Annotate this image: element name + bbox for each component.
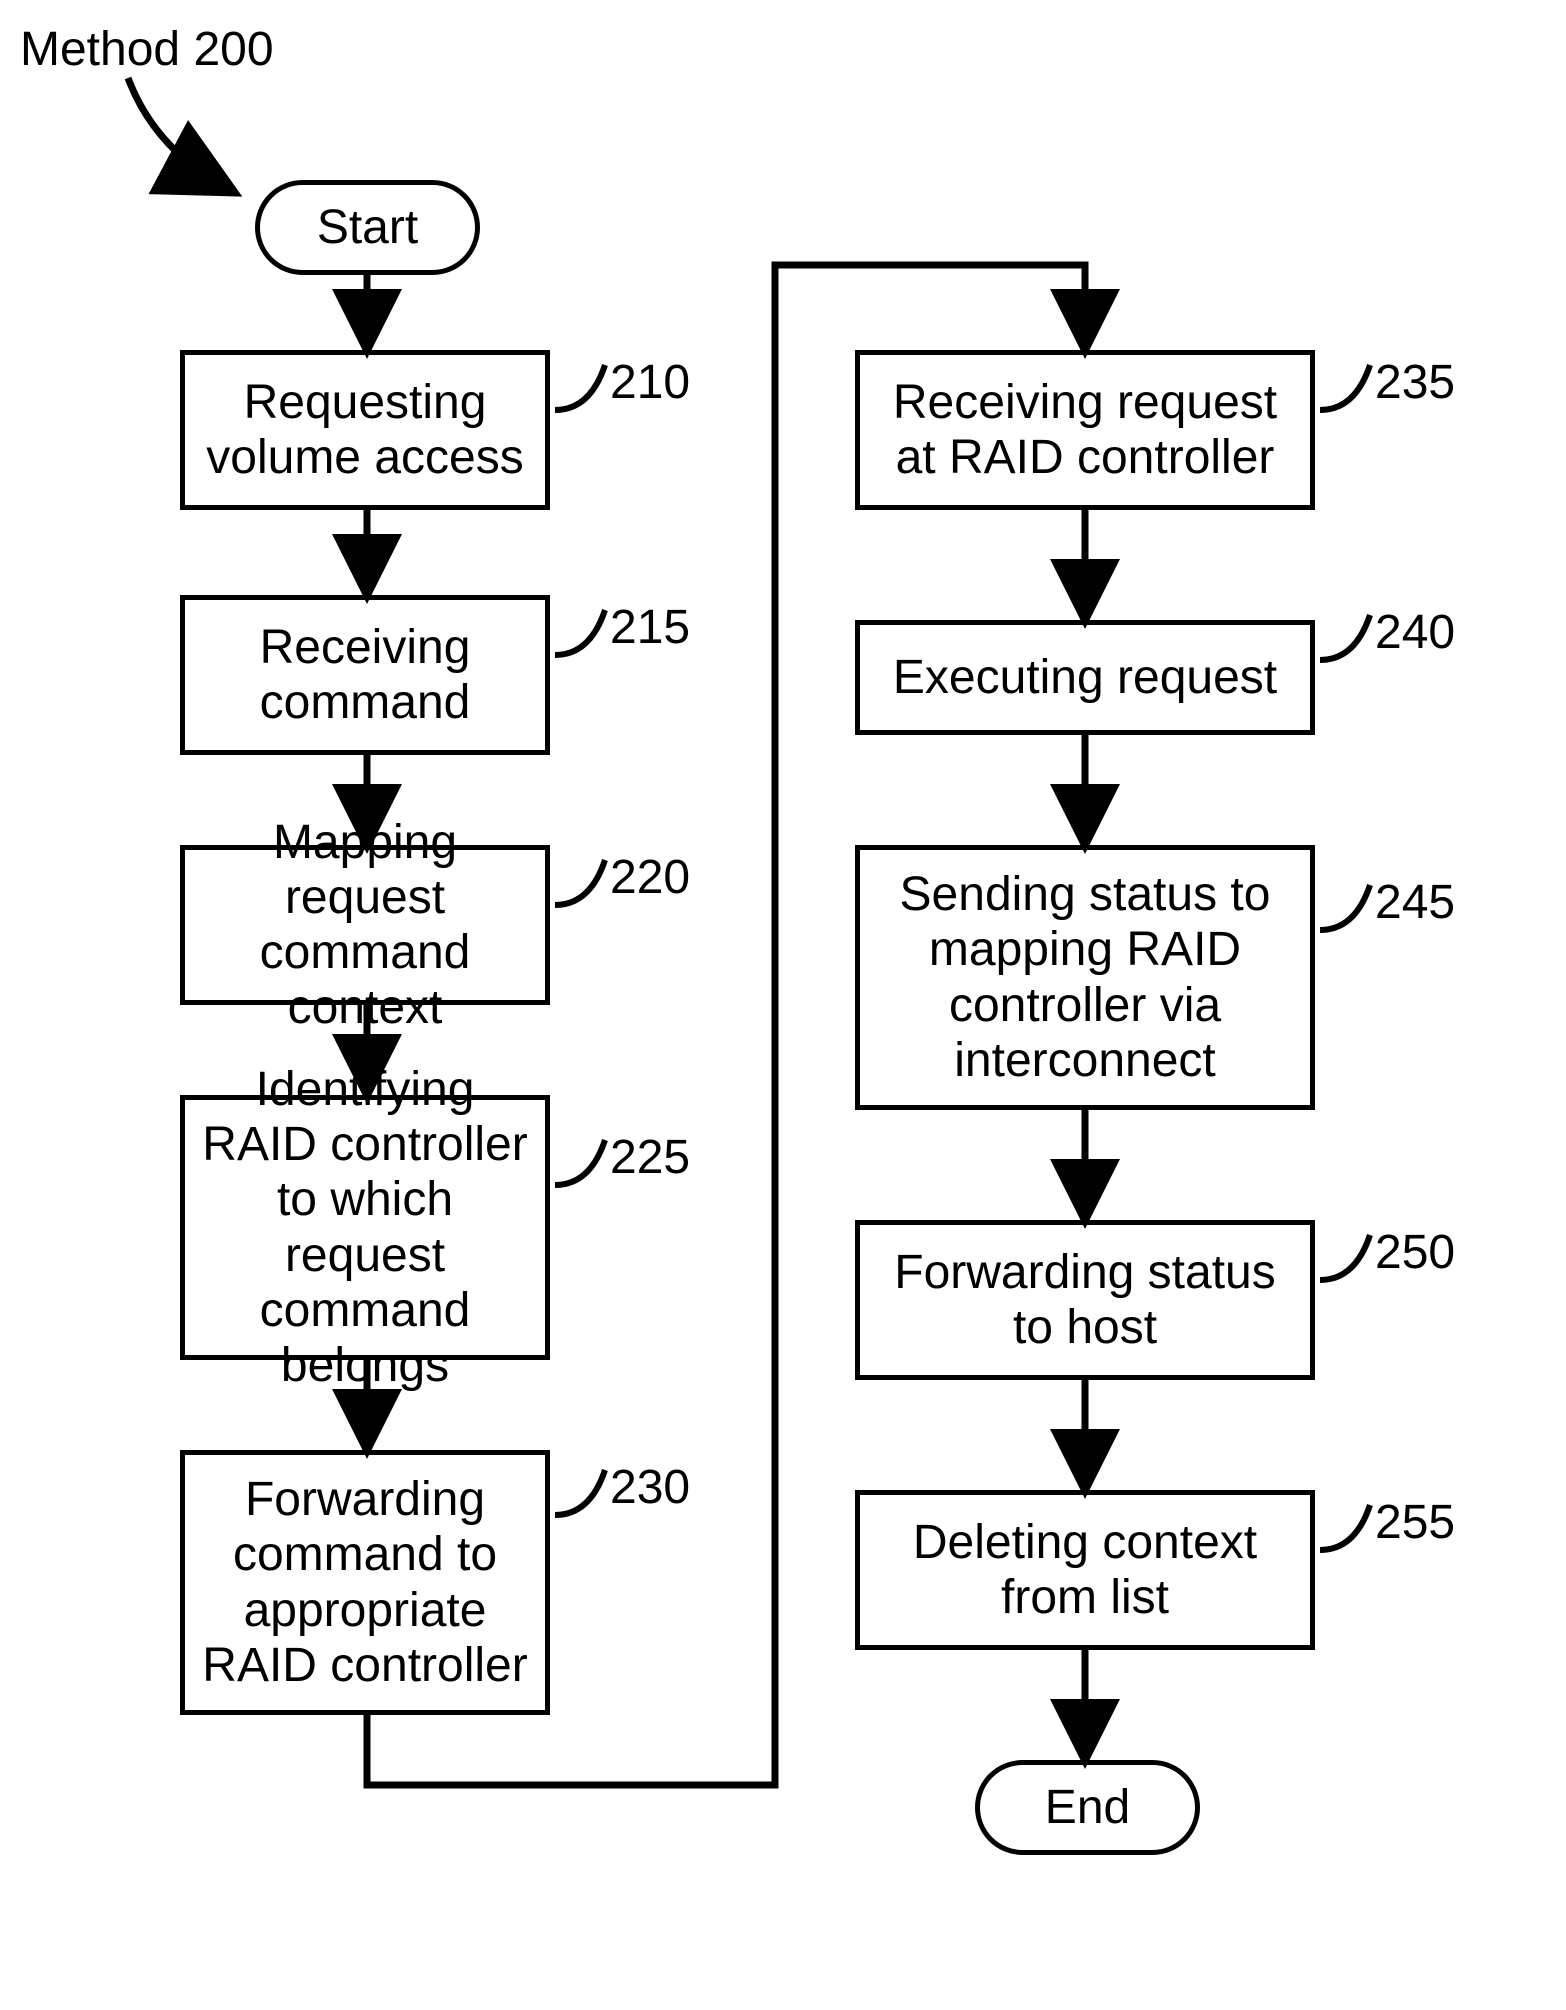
end-terminator: End <box>975 1760 1200 1855</box>
step-215: Receiving command <box>180 595 550 755</box>
step-235-num: 235 <box>1375 355 1455 410</box>
step-210-num: 210 <box>610 355 690 410</box>
step-250: Forwarding status to host <box>855 1220 1315 1380</box>
step-225-text: Identifying RAID controller to which req… <box>195 1062 535 1393</box>
step-210: Requesting volume access <box>180 350 550 510</box>
step-245-text: Sending status to mapping RAID controlle… <box>870 867 1300 1088</box>
step-220-num: 220 <box>610 850 690 905</box>
step-255: Deleting context from list <box>855 1490 1315 1650</box>
step-240: Executing request <box>855 620 1315 735</box>
step-210-text: Requesting volume access <box>195 375 535 485</box>
step-250-num: 250 <box>1375 1225 1455 1280</box>
step-215-num: 215 <box>610 600 690 655</box>
step-230-num: 230 <box>610 1460 690 1515</box>
step-240-num: 240 <box>1375 605 1455 660</box>
flowchart-canvas: Method 200 Start Requesting volume acces… <box>0 0 1566 2010</box>
step-225-num: 225 <box>610 1130 690 1185</box>
start-label: Start <box>317 200 418 255</box>
step-230-text: Forwarding command to appropriate RAID c… <box>195 1472 535 1693</box>
end-label: End <box>1045 1780 1130 1835</box>
step-220: Mapping request command context <box>180 845 550 1005</box>
step-245: Sending status to mapping RAID controlle… <box>855 845 1315 1110</box>
step-255-text: Deleting context from list <box>870 1515 1300 1625</box>
step-220-text: Mapping request command context <box>195 815 535 1036</box>
step-245-num: 245 <box>1375 875 1455 930</box>
start-terminator: Start <box>255 180 480 275</box>
step-230: Forwarding command to appropriate RAID c… <box>180 1450 550 1715</box>
method-title: Method 200 <box>20 22 274 77</box>
step-255-num: 255 <box>1375 1495 1455 1550</box>
step-240-text: Executing request <box>893 650 1277 705</box>
step-250-text: Forwarding status to host <box>870 1245 1300 1355</box>
step-235: Receiving request at RAID controller <box>855 350 1315 510</box>
step-215-text: Receiving command <box>195 620 535 730</box>
step-225: Identifying RAID controller to which req… <box>180 1095 550 1360</box>
step-235-text: Receiving request at RAID controller <box>870 375 1300 485</box>
